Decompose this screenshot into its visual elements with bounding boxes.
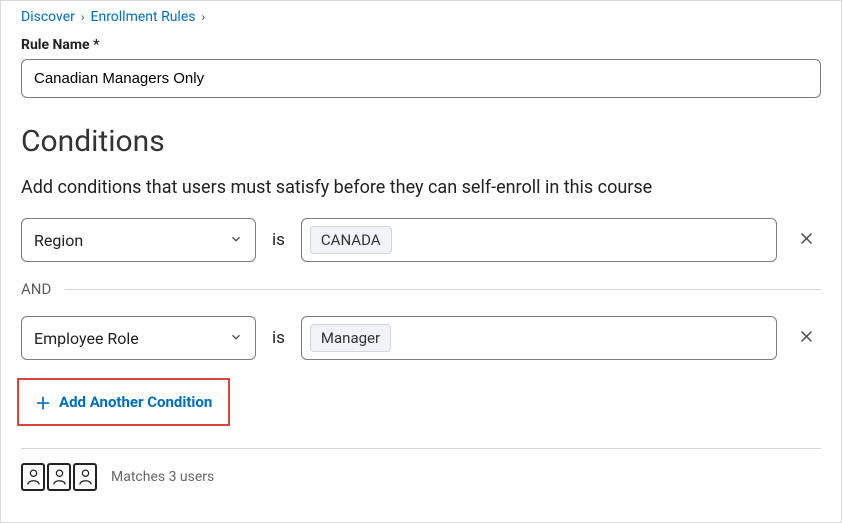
rule-name-label: Rule Name * (21, 37, 821, 53)
remove-condition-button[interactable] (791, 225, 821, 255)
close-icon (798, 228, 815, 252)
close-icon (798, 326, 815, 350)
condition-field-value: Employee Role (34, 329, 139, 348)
add-another-condition-button[interactable]: ＋ Add Another Condition (17, 378, 230, 426)
condition-field-select[interactable]: Employee Role (21, 316, 256, 360)
avatar (73, 463, 97, 491)
condition-value-input[interactable]: Manager (301, 316, 777, 360)
divider (21, 448, 821, 449)
avatar (21, 463, 45, 491)
breadcrumb: Discover › Enrollment Rules › (21, 9, 821, 25)
condition-value-chip[interactable]: CANADA (310, 226, 392, 254)
matches-text: Matches 3 users (111, 469, 214, 485)
matches-row: Matches 3 users (21, 463, 821, 491)
condition-value-input[interactable]: CANADA (301, 218, 777, 262)
add-condition-label: Add Another Condition (59, 393, 212, 411)
person-icon (52, 468, 67, 486)
chevron-right-icon: › (201, 10, 205, 24)
breadcrumb-enrollment-rules[interactable]: Enrollment Rules (91, 9, 196, 25)
condition-value-chip[interactable]: Manager (310, 324, 391, 352)
is-label: is (272, 328, 285, 348)
conditions-description: Add conditions that users must satisfy b… (21, 177, 821, 198)
divider (65, 289, 821, 290)
condition-row: Employee Role is Manager (21, 316, 821, 360)
rule-name-input[interactable] (21, 59, 821, 98)
person-icon (78, 468, 93, 486)
chevron-down-icon (229, 329, 243, 348)
remove-condition-button[interactable] (791, 323, 821, 353)
condition-field-select[interactable]: Region (21, 218, 256, 262)
avatar (47, 463, 71, 491)
conditions-heading: Conditions (21, 124, 821, 159)
condition-field-value: Region (34, 231, 83, 250)
chevron-down-icon (229, 231, 243, 250)
condition-row: Region is CANADA (21, 218, 821, 262)
and-separator: AND (21, 280, 821, 298)
breadcrumb-discover[interactable]: Discover (21, 9, 75, 25)
person-icon (26, 468, 41, 486)
matched-user-avatars (21, 463, 97, 491)
plus-icon: ＋ (35, 390, 51, 414)
chevron-right-icon: › (81, 10, 85, 24)
is-label: is (272, 230, 285, 250)
and-label: AND (21, 280, 51, 298)
